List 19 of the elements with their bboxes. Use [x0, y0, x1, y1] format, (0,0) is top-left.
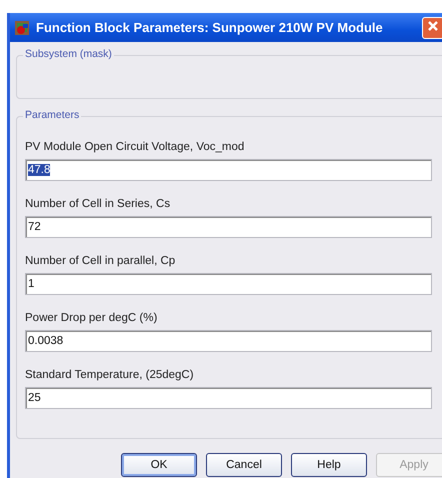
- field-label: PV Module Open Circuit Voltage, Voc_mod: [25, 141, 246, 153]
- field-label: Number of Cell in Series, Cs: [25, 198, 172, 210]
- input-field[interactable]: 1: [25, 273, 432, 295]
- close-button[interactable]: [422, 16, 442, 38]
- input-field[interactable]: 72: [25, 216, 432, 238]
- input-field[interactable]: 25: [25, 387, 432, 409]
- field-label: Number of Cell in parallel, Cp: [25, 255, 176, 267]
- dialog-button[interactable]: OK: [121, 453, 197, 477]
- block-diagram-icon: [14, 20, 30, 36]
- dialog-button[interactable]: Help: [291, 453, 367, 477]
- group-title: Parameters: [23, 109, 82, 121]
- window-title: Function Block Parameters: Sunpower 210W PV Module: [36, 20, 384, 35]
- field-label: Power Drop per degC (%): [25, 312, 158, 324]
- dialog-button[interactable]: Cancel: [206, 453, 282, 477]
- close-icon: [427, 20, 439, 32]
- input-field[interactable]: 47.8: [25, 159, 432, 181]
- group-title: Subsystem (mask): [23, 48, 114, 60]
- field-label: Standard Temperature, (25degC): [25, 369, 195, 381]
- input-field[interactable]: 0.0038: [25, 330, 432, 352]
